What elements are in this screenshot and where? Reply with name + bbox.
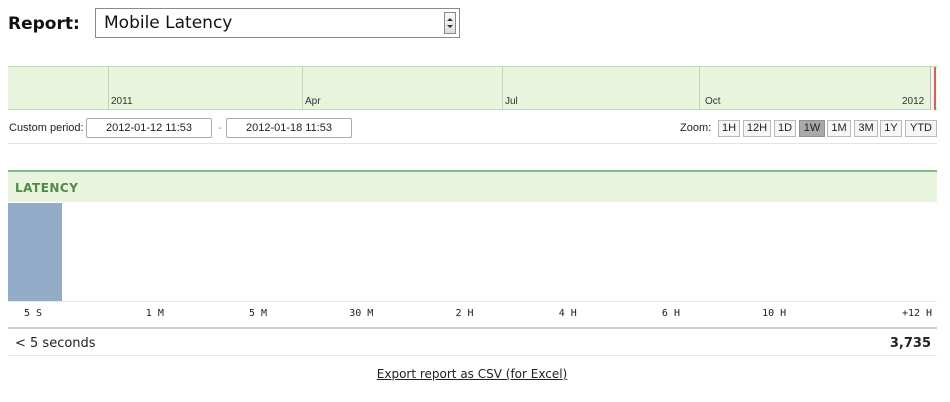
tick-label: 5 M [249,308,268,319]
divider [8,143,937,144]
timeline-label: Jul [505,96,518,107]
tick-label: 30 M [349,308,374,319]
tick-label: 6 H [661,308,680,319]
report-selector-row: Report: Mobile Latency [8,8,460,40]
timeline-label: 2012 [902,96,925,107]
timeline-tick [502,67,503,110]
timeline-tick [302,67,303,110]
period-row: Custom period: 2012-01-12 11:53 - 2012-0… [8,118,938,140]
timeline-tick [108,67,109,110]
timeline-tick [699,67,700,110]
summary-row: < 5 seconds 3,735 [8,334,937,354]
tick-label: 2 H [455,308,474,319]
period-start-input[interactable]: 2012-01-12 11:53 [86,118,212,138]
tick-label: 4 H [558,308,577,319]
latency-axis: 5 S 1 M 5 M 30 M 2 H 4 H 6 H 10 H +12 H [8,308,937,324]
summary-value: 3,735 [889,336,931,351]
zoom-button-1h[interactable]: 1H [718,120,740,137]
latency-section-header: LATENCY [8,170,937,202]
period-separator: - [218,122,222,134]
report-select-value: Mobile Latency [104,13,233,33]
tick-label: +12 H [901,308,933,319]
zoom-button-ytd[interactable]: YTD [905,120,937,137]
divider [8,327,937,329]
tick-label: 10 H [762,308,787,319]
latency-title: LATENCY [15,181,79,195]
zoom-button-1m[interactable]: 1M [827,120,851,137]
export-csv-link[interactable]: Export report as CSV (for Excel) [0,367,944,381]
summary-label: < 5 seconds [15,336,96,351]
chart-baseline [8,301,937,302]
tick-label: 1 M [145,308,164,319]
tick-label: 5 S [23,308,43,319]
latency-chart [8,202,937,302]
zoom-button-1y[interactable]: 1Y [880,120,902,137]
timeline-label: Oct [705,96,721,107]
divider [8,355,937,356]
chevron-down-icon[interactable] [444,12,456,34]
timeline-range-handle[interactable] [930,67,936,110]
report-label: Report: [8,14,80,34]
zoom-button-1w[interactable]: 1W [799,120,825,137]
zoom-button-1d[interactable]: 1D [774,120,796,137]
zoom-button-12h[interactable]: 12H [743,120,771,137]
timeline-label: Apr [305,96,321,107]
zoom-label: Zoom: [680,122,712,134]
period-end-input[interactable]: 2012-01-18 11:53 [226,118,352,138]
latency-bar [8,203,62,302]
timeline-label: 2011 [111,96,133,107]
timeline-navigator[interactable]: 2011 Apr Jul Oct 2012 [8,66,937,110]
custom-period-label: Custom period: [9,122,84,134]
zoom-button-3m[interactable]: 3M [854,120,878,137]
report-select[interactable]: Mobile Latency [95,8,460,38]
